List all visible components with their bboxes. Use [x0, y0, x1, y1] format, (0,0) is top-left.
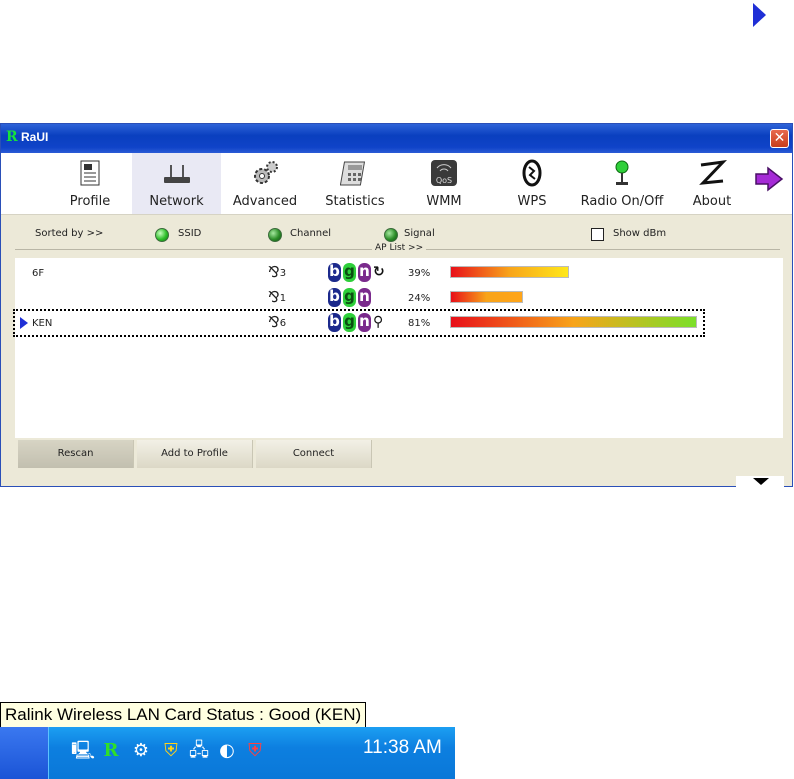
toolbar: Profile Network Advanced Statistics QoS … [1, 153, 792, 215]
signal-bar [450, 291, 523, 303]
calculator-icon [340, 161, 366, 186]
signal-bar [450, 266, 569, 278]
show-dbm-checkbox[interactable] [591, 228, 604, 241]
tab-label: Radio On/Off [580, 194, 664, 209]
usb-device-icon[interactable]: ⚙ [129, 739, 153, 763]
tab-wps[interactable]: WPS [501, 153, 563, 214]
ap-channel: ⅋3 [268, 263, 287, 281]
tab-profile[interactable]: Profile [54, 153, 126, 214]
sort-ssid-radio[interactable] [155, 228, 169, 242]
security-alert-icon[interactable]: ⛨ [243, 739, 267, 763]
ap-row[interactable]: 6F ⅋3 b g n ↻ 39% [15, 261, 783, 285]
mode-n-badge: n [358, 262, 371, 282]
tab-about[interactable]: About [685, 153, 739, 214]
ap-signal-percent: 39% [408, 268, 431, 279]
ap-row-selected[interactable]: KEN ⅋6 b g n ⚲ 81% [13, 309, 783, 337]
chevron-down-icon [753, 478, 769, 485]
antenna-icon: ⅋ [268, 288, 280, 306]
status-tooltip: Ralink Wireless LAN Card Status : Good (… [0, 702, 367, 728]
signal-bar [450, 316, 697, 328]
selected-arrow-icon [20, 317, 28, 329]
ap-ssid: KEN [32, 318, 53, 329]
network-disconnected-icon[interactable]: 🖧 [187, 739, 211, 763]
expand-button[interactable] [736, 476, 784, 488]
ap-signal-percent: 24% [408, 293, 431, 304]
tab-label: WPS [517, 194, 547, 209]
mode-n-badge: n [358, 312, 371, 332]
mode-g-badge: g [343, 262, 356, 282]
ap-signal-percent: 81% [408, 318, 431, 329]
raui-window: R RaUI ✕ Profile Network Advanced Statis… [0, 123, 793, 488]
ap-modes: b g n ⚲ [328, 312, 384, 332]
key-icon: ⚲ [373, 314, 384, 330]
tab-label: Network [149, 194, 204, 209]
antenna-icon: ⅋ [268, 313, 280, 331]
show-dbm-label: Show dBm [613, 228, 667, 239]
clock[interactable]: 11:38 AM [363, 737, 442, 759]
ap-modes: b g n ↻ [328, 262, 385, 282]
tab-label: Statistics [325, 194, 385, 209]
button-row: Rescan Add to Profile Connect [1, 440, 792, 468]
window-title: RaUI [21, 130, 49, 144]
sort-signal-label: Signal [404, 228, 435, 239]
ap-channel: ⅋6 [268, 313, 287, 331]
tab-radio-on-off[interactable]: Radio On/Off [573, 153, 671, 214]
connect-button[interactable]: Connect [256, 440, 372, 468]
tab-wmm[interactable]: QoS WMM [409, 153, 479, 214]
qos-icon: QoS [431, 160, 457, 186]
ap-modes: bgn [328, 287, 373, 307]
antenna-icon: ⅋ [268, 263, 280, 281]
sort-channel-radio[interactable] [268, 228, 282, 242]
mode-b-badge: b [328, 312, 341, 332]
security-shield-icon[interactable]: ⛨ [159, 739, 183, 763]
mode-g-badge: g [343, 287, 356, 307]
ralink-tray-icon[interactable]: R [99, 739, 123, 763]
title-bar[interactable]: R RaUI ✕ [1, 124, 792, 153]
mode-b-badge: b [328, 262, 341, 282]
volume-icon[interactable]: ◐ [215, 739, 239, 763]
gears-icon [254, 161, 278, 184]
radio-icon [615, 160, 629, 185]
ap-list: 6F ⅋3 b g n ↻ 39% ⅋1 bgn 24% KEN ⅋6 b g n ⚲ [13, 258, 783, 438]
tab-label: Advanced [232, 194, 298, 209]
wps-icon [522, 159, 542, 187]
close-button[interactable]: ✕ [770, 129, 789, 148]
mode-b-badge: b [328, 287, 341, 307]
ralink-logo-icon: R [6, 129, 18, 145]
ap-list-label: AP List >> [372, 243, 427, 253]
svg-text:QoS: QoS [436, 176, 452, 185]
add-to-profile-button[interactable]: Add to Profile [137, 440, 253, 468]
profile-icon [80, 160, 100, 186]
sort-signal-radio[interactable] [384, 228, 398, 242]
mode-g-badge: g [343, 312, 356, 332]
next-arrow-icon[interactable] [754, 166, 784, 192]
tab-label: Profile [69, 194, 111, 209]
network-icon [163, 165, 190, 183]
sorted-by-label: Sorted by >> [35, 228, 104, 239]
ap-channel: ⅋1 [268, 288, 287, 306]
tab-statistics[interactable]: Statistics [319, 153, 391, 214]
tab-label: About [692, 194, 732, 209]
tab-network[interactable]: Network [132, 153, 221, 214]
about-icon [699, 159, 727, 185]
tab-advanced[interactable]: Advanced [227, 153, 303, 214]
taskbar: 🖳 R ⚙ ⛨ 🖧 ◐ ⛨ 11:38 AM [0, 727, 794, 779]
system-tray: 🖳 R ⚙ ⛨ 🖧 ◐ ⛨ 11:38 AM [48, 727, 455, 779]
taskbar-area [0, 727, 48, 779]
expand-arrow-icon[interactable] [753, 3, 766, 27]
sort-channel-label: Channel [290, 228, 332, 239]
wireless-network-icon[interactable]: 🖳 [71, 739, 95, 763]
mode-n-badge: n [358, 287, 371, 307]
ap-row[interactable]: ⅋1 bgn 24% [15, 286, 783, 310]
sort-ssid-label: SSID [178, 228, 202, 239]
wps-icon: ↻ [373, 264, 385, 280]
tab-label: WMM [426, 194, 462, 209]
rescan-button[interactable]: Rescan [18, 440, 134, 468]
ap-ssid: 6F [32, 268, 45, 279]
